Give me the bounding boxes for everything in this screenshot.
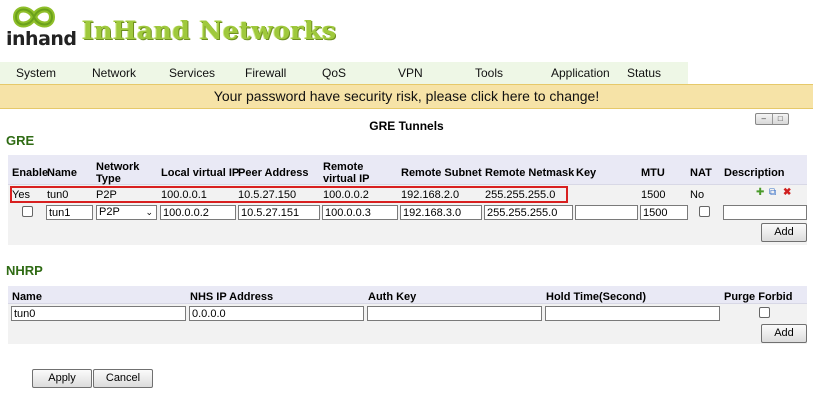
network-type-value: P2P	[99, 206, 120, 218]
logo-text: inhand	[6, 28, 77, 50]
restore-icon[interactable]: □	[773, 114, 789, 124]
col-nhrp-name: Name	[12, 291, 42, 303]
auth-key-input[interactable]	[367, 306, 542, 321]
nav-item-tools[interactable]: Tools	[475, 62, 503, 84]
col-purge-forbid: Purge Forbid	[724, 291, 793, 303]
col-network-type: Network Type	[96, 161, 140, 185]
col-enable: Enable	[12, 167, 49, 179]
highlight-box	[10, 186, 568, 203]
nhrp-section-label: NHRP	[6, 263, 43, 278]
col-nat: NAT	[690, 167, 712, 179]
nav-item-application[interactable]: Application	[551, 62, 610, 84]
nav-item-status[interactable]: Status	[627, 62, 661, 84]
key-input[interactable]	[575, 205, 638, 220]
row-nat: No	[690, 189, 705, 201]
minimize-icon[interactable]: –	[756, 114, 773, 124]
apply-button[interactable]: Apply	[32, 369, 92, 388]
cancel-button[interactable]: Cancel	[93, 369, 153, 388]
delete-icon[interactable]: ✖	[783, 188, 791, 198]
enable-checkbox[interactable]	[22, 206, 33, 217]
local-virtual-ip-input[interactable]	[160, 205, 236, 220]
chevron-down-icon: ⌄	[145, 207, 153, 217]
description-input[interactable]	[723, 205, 807, 220]
remote-netmask-input[interactable]	[484, 205, 573, 220]
nav-item-services[interactable]: Services	[169, 62, 215, 84]
col-peer-address: Peer Address	[238, 167, 309, 179]
nhrp-add-button[interactable]: Add	[761, 324, 807, 343]
col-auth-key: Auth Key	[368, 291, 417, 303]
gre-tunnels-title: GRE Tunnels	[369, 119, 444, 133]
window-controls[interactable]: – □	[755, 113, 789, 125]
col-hold-time: Hold Time(Second)	[546, 291, 647, 303]
nav-item-qos[interactable]: QoS	[322, 62, 346, 84]
brand-title: InHand Networks	[82, 16, 337, 45]
remote-virtual-ip-input[interactable]	[322, 205, 398, 220]
hold-time-input[interactable]	[545, 306, 720, 321]
col-remote-virtual-ip: Remote virtual IP	[323, 161, 370, 185]
nhs-ip-input[interactable]	[189, 306, 364, 321]
col-description: Description	[724, 167, 785, 179]
gre-add-button[interactable]: Add	[761, 223, 807, 242]
peer-address-input[interactable]	[238, 205, 320, 220]
mtu-input[interactable]	[640, 205, 688, 220]
nav-item-system[interactable]: System	[16, 62, 56, 84]
gre-section-label: GRE	[6, 133, 35, 148]
copy-icon[interactable]: ⧉	[769, 188, 776, 198]
col-nhs-ip: NHS IP Address	[190, 291, 274, 303]
col-key: Key	[576, 167, 597, 179]
header: inhand InHand Networks	[0, 0, 813, 62]
purge-forbid-checkbox[interactable]	[759, 307, 770, 318]
col-mtu: MTU	[641, 167, 665, 179]
col-name: Name	[47, 167, 77, 179]
row-mtu: 1500	[641, 189, 666, 201]
remote-subnet-input[interactable]	[400, 205, 482, 220]
col-remote-netmask: Remote Netmask	[485, 167, 575, 179]
add-icon[interactable]: ✚	[756, 188, 764, 198]
nav-item-network[interactable]: Network	[92, 62, 136, 84]
network-type-select[interactable]: P2P ⌄	[96, 205, 157, 220]
name-input[interactable]	[46, 205, 93, 220]
inhand-logo: inhand	[6, 2, 77, 58]
col-remote-subnet: Remote Subnet	[401, 167, 482, 179]
col-local-virtual-ip: Local virtual IP	[161, 167, 240, 179]
nhrp-name-input[interactable]	[11, 306, 186, 321]
nat-checkbox[interactable]	[699, 206, 710, 217]
main-nav: System Network Services Firewall QoS VPN…	[0, 62, 688, 84]
nav-item-firewall[interactable]: Firewall	[245, 62, 286, 84]
password-warning-banner[interactable]: Your password have security risk, please…	[0, 84, 813, 109]
nav-item-vpn[interactable]: VPN	[398, 62, 423, 84]
